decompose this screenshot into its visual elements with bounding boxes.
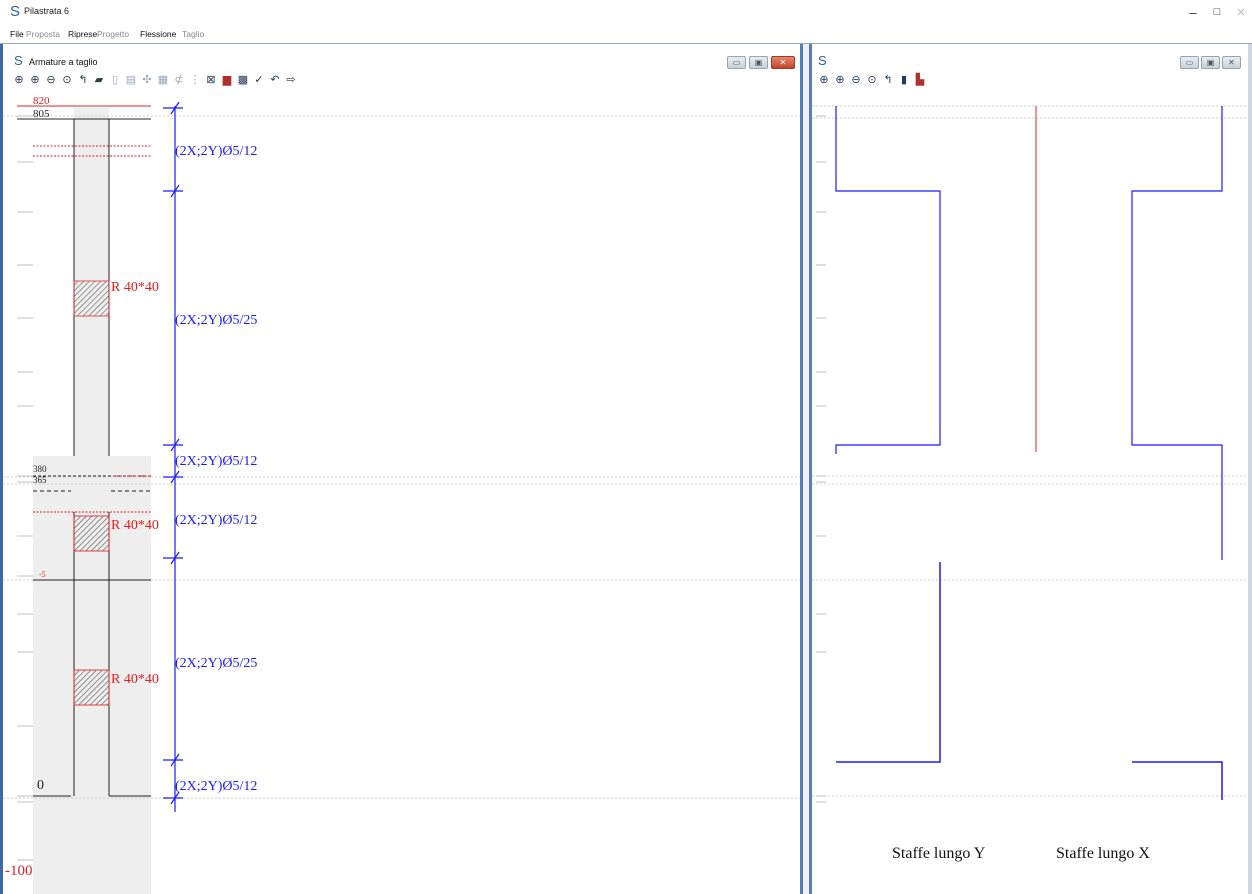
caption-staffe-y: Staffe lungo Y (892, 845, 986, 862)
right-drawing-canvas[interactable]: Staffe lungo Y Staffe lungo X (812, 90, 1248, 894)
check-icon[interactable]: ✓ (252, 73, 266, 86)
section-hatch (73, 669, 110, 706)
level-label-365: 365 (33, 475, 47, 485)
grid-icon[interactable]: ▤ (124, 73, 138, 86)
level-label-minus100: -100 (5, 863, 33, 879)
table-icon[interactable]: ▦ (156, 73, 170, 86)
stirrup-label: (2X;2Y)Ø5/12 (175, 513, 257, 528)
maximize-button[interactable]: □ (1207, 6, 1227, 18)
zoom-extents-icon[interactable]: ⊕ (12, 73, 26, 86)
menu-proposta[interactable]: Proposta (26, 29, 60, 39)
app-title: Pilastrata 6 (24, 6, 70, 16)
menu-flessione[interactable]: Flessione (140, 29, 176, 39)
stirrup-label: (2X;2Y)Ø5/12 (175, 779, 257, 794)
zoom-out-icon[interactable]: ⊖ (849, 73, 863, 86)
close-button[interactable]: ✕ (1231, 6, 1251, 19)
right-window-right-border (1248, 44, 1252, 894)
stirrup-label: (2X;2Y)Ø5/12 (175, 144, 257, 159)
left-window-minimize-button[interactable]: ▭ (727, 56, 746, 69)
left-window-close-button[interactable]: ✕ (771, 56, 795, 69)
rebar-icon[interactable]: ⋮ (188, 73, 202, 86)
stirrup-outline-x-lower (1132, 761, 1223, 800)
section-label: R 40*40 (111, 672, 159, 687)
right-window-logo-icon: S (818, 53, 827, 68)
left-window-restore-button[interactable]: ▣ (749, 56, 768, 69)
level-label-zero: 0 (37, 778, 44, 793)
zoom-window-icon[interactable]: ⊙ (60, 73, 74, 86)
menu-taglio[interactable]: Taglio (182, 29, 204, 39)
print-icon[interactable]: ▙ (913, 73, 927, 86)
section-hatch (73, 280, 110, 317)
menu-bar: File Proposta Riprese Progetto Flessione… (0, 28, 1252, 42)
undo-icon[interactable]: ↶ (268, 73, 282, 86)
zoom-in-icon[interactable]: ⊕ (833, 73, 847, 86)
move-icon[interactable]: ✣ (140, 73, 154, 86)
section-hatch (73, 515, 110, 552)
stirrup-label: (2X;2Y)Ø5/12 (175, 454, 257, 469)
layers-icon[interactable]: ▩ (236, 73, 250, 86)
stirrup-label: (2X;2Y)Ø5/25 (175, 656, 257, 671)
level-label-805: 805 (33, 108, 50, 120)
page-icon[interactable]: ▯ (108, 73, 122, 86)
section-icon[interactable]: ⊠ (204, 73, 218, 86)
app-logo-icon: S (10, 3, 21, 20)
menu-file[interactable]: File (10, 29, 24, 39)
caption-staffe-x: Staffe lungo X (1056, 845, 1150, 862)
copy-icon[interactable]: ▮ (897, 73, 911, 86)
stirrup-icon[interactable]: ⊄ (172, 73, 186, 86)
section-label: R 40*40 (111, 518, 159, 533)
left-window-titlebar: S Armature a taglio (3, 52, 800, 72)
level-label-minus5: -5 (39, 570, 46, 579)
column-icon[interactable]: ▆ (220, 73, 234, 86)
stirrup-label: (2X;2Y)Ø5/25 (175, 313, 257, 328)
left-window-right-border (800, 44, 803, 894)
zoom-extents-icon[interactable]: ⊕ (817, 73, 831, 86)
left-drawing-canvas[interactable]: 820 805 R 40*40 380 365 R 40*40 -5 R 40*… (3, 90, 800, 894)
mdi-top-border (0, 43, 1252, 44)
zoom-in-icon[interactable]: ⊕ (28, 73, 42, 86)
stirrup-outline-y (835, 106, 941, 454)
zoom-window-icon[interactable]: ⊙ (865, 73, 879, 86)
menu-progetto[interactable]: Progetto (97, 29, 129, 39)
stirrup-outline-y-lower (836, 562, 941, 763)
level-label-380: 380 (33, 464, 47, 474)
right-window-minimize-button[interactable]: ▭ (1180, 56, 1199, 69)
export-icon[interactable]: ⇨ (284, 73, 298, 86)
pan-icon[interactable]: ↰ (76, 73, 90, 86)
pan-icon[interactable]: ↰ (881, 73, 895, 86)
right-window-restore-button[interactable]: ▣ (1201, 56, 1220, 69)
minimize-button[interactable]: – (1183, 5, 1203, 20)
right-window-close-button[interactable]: ✕ (1222, 56, 1241, 69)
menu-riprese[interactable]: Riprese (68, 29, 97, 39)
app-titlebar: S Pilastrata 6 – □ ✕ (0, 0, 1252, 28)
left-window-title: Armature a taglio (29, 57, 98, 67)
zoom-out-icon[interactable]: ⊖ (44, 73, 58, 86)
section-label: R 40*40 (111, 280, 159, 295)
stirrup-outline-x (1131, 106, 1223, 560)
left-window-logo-icon: S (14, 53, 23, 68)
level-label-820: 820 (33, 95, 50, 107)
open-icon[interactable]: ▰ (92, 73, 106, 86)
